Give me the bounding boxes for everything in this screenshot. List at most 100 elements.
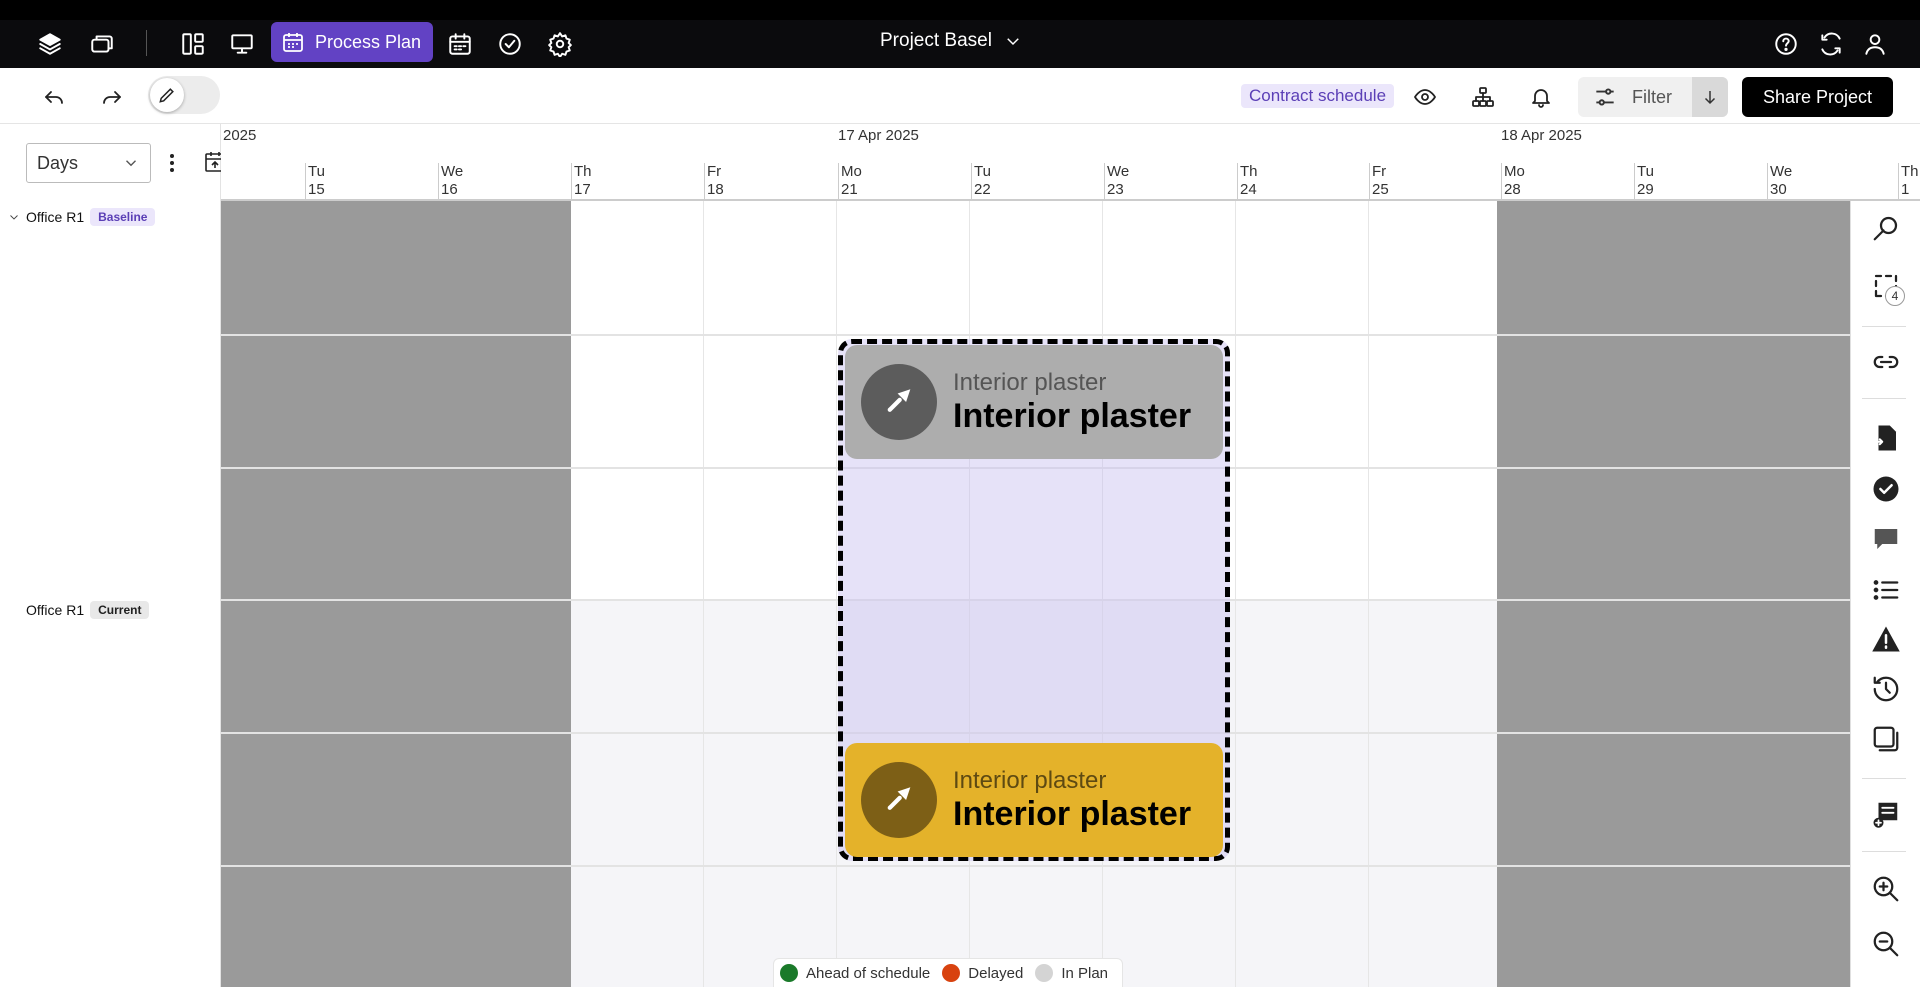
row-label-baseline[interactable]: Office R1 Baseline [8, 208, 156, 226]
user-icon[interactable] [1861, 30, 1889, 58]
legend-dot [780, 964, 798, 982]
grid-line [221, 334, 1850, 336]
task-title: Interior plaster [953, 795, 1192, 833]
topbar-divider [146, 30, 147, 56]
zoom-out-icon[interactable] [1870, 928, 1902, 960]
legend-item-ahead: Ahead of schedule [780, 964, 930, 982]
process-plan-tab[interactable]: Process Plan [271, 22, 433, 62]
process-plan-label: Process Plan [315, 31, 422, 52]
project-selector[interactable]: Project Basel [880, 30, 1022, 52]
month-label: 17 Apr 2025 [838, 127, 919, 144]
filter-button[interactable]: Filter [1578, 77, 1728, 117]
refresh-icon[interactable] [1817, 30, 1845, 58]
day-column-header: Mo 21 [838, 163, 862, 201]
grid-line [1368, 201, 1369, 987]
day-number: 22 [974, 181, 991, 198]
day-column-header: We 30 [1767, 163, 1792, 201]
presentation-icon[interactable] [228, 30, 256, 58]
dashboard-icon[interactable] [179, 30, 207, 58]
task-card-baseline[interactable]: Interior plaster Interior plaster [845, 345, 1223, 459]
weekend-shade [221, 201, 571, 987]
trowel-icon [887, 389, 911, 412]
share-project-button[interactable]: Share Project [1742, 77, 1893, 117]
day-of-week: Tu [308, 163, 325, 180]
filter-main[interactable]: Filter [1578, 84, 1692, 110]
bell-icon[interactable] [1528, 84, 1554, 110]
baseline-badge: Baseline [90, 208, 156, 226]
current-badge: Current [90, 601, 150, 619]
grid-line [221, 865, 1850, 867]
hierarchy-icon[interactable] [1470, 84, 1496, 110]
row-name: Office R1 [26, 209, 85, 225]
task-title: Interior plaster [953, 397, 1192, 435]
help-icon[interactable] [1772, 30, 1800, 58]
day-number: 16 [441, 181, 458, 198]
trowel-icon [887, 787, 911, 810]
more-options-icon[interactable] [167, 150, 177, 176]
task-card-current[interactable]: Interior plaster Interior plaster [845, 743, 1223, 857]
redo-icon[interactable] [99, 84, 125, 110]
row-name: Office R1 [26, 602, 85, 618]
day-of-week: We [1770, 163, 1793, 180]
link-icon[interactable] [1870, 346, 1902, 378]
rail-divider [1862, 326, 1906, 327]
sliders-icon [1596, 88, 1614, 106]
check-circle-icon[interactable] [496, 30, 524, 58]
day-of-week: Fr [1372, 163, 1387, 180]
day-column-header: We 16 [438, 163, 463, 201]
history-icon[interactable] [1870, 673, 1902, 705]
left-panel [0, 124, 221, 987]
day-number: 18 [707, 181, 724, 198]
folders-icon[interactable] [88, 30, 116, 58]
eye-icon[interactable] [1412, 84, 1438, 110]
row-label-current[interactable]: Office R1 Current [26, 601, 150, 619]
contract-schedule-label[interactable]: Contract schedule [1241, 84, 1395, 108]
check-badge-icon[interactable] [1870, 473, 1902, 505]
legend-dot [942, 964, 961, 982]
comment-icon[interactable] [1870, 523, 1902, 555]
grid-line [703, 201, 704, 987]
day-number: 15 [308, 181, 325, 198]
arrow-down-icon [1704, 91, 1716, 105]
day-column-header: Tu 15 [305, 163, 325, 201]
undo-icon[interactable] [41, 84, 67, 110]
gear-icon[interactable] [546, 30, 574, 58]
day-number: 21 [841, 181, 858, 198]
add-table-icon[interactable] [1870, 798, 1902, 830]
list-icon[interactable] [1870, 574, 1902, 606]
zoom-level-select[interactable]: Days [26, 143, 151, 183]
task-subtitle: Interior plaster [953, 767, 1107, 794]
day-of-week: Fr [707, 163, 722, 180]
filter-sort-toggle[interactable] [1692, 77, 1728, 117]
document-import-icon[interactable] [1870, 422, 1902, 454]
weekend-shade [1497, 201, 1850, 987]
day-of-week: Tu [1637, 163, 1654, 180]
rail-divider [1862, 778, 1906, 779]
selection-count-badge: 4 [1885, 286, 1905, 306]
day-number: 30 [1770, 181, 1787, 198]
legend-dot [1035, 964, 1054, 982]
day-of-week: We [441, 163, 464, 180]
day-column-header: Tu 22 [971, 163, 991, 201]
rail-divider [1862, 398, 1906, 399]
zoom-in-icon[interactable] [1870, 873, 1902, 905]
day-column-header: Tu 29 [1634, 163, 1654, 201]
day-column-header: Fr 25 [1369, 163, 1389, 201]
calendar-icon[interactable] [446, 30, 474, 58]
day-of-week: Th [1901, 163, 1919, 180]
day-of-week: Mo [1504, 163, 1525, 180]
day-column-header: Th 17 [571, 163, 592, 201]
day-of-week: Tu [974, 163, 991, 180]
day-column-header: Fr 18 [704, 163, 724, 201]
calendar-icon [283, 33, 303, 52]
filter-label: Filter [1632, 86, 1672, 107]
chevron-down-icon [1007, 38, 1019, 46]
search-icon[interactable] [1870, 212, 1902, 244]
chevron-down-icon[interactable] [8, 211, 20, 223]
day-of-week: Th [1240, 163, 1258, 180]
layers-icon[interactable] [36, 30, 64, 58]
edit-mode-toggle[interactable] [148, 76, 220, 114]
day-column-header: We 23 [1104, 163, 1129, 201]
copy-window-icon[interactable] [1870, 723, 1902, 755]
warning-icon[interactable] [1870, 623, 1902, 655]
